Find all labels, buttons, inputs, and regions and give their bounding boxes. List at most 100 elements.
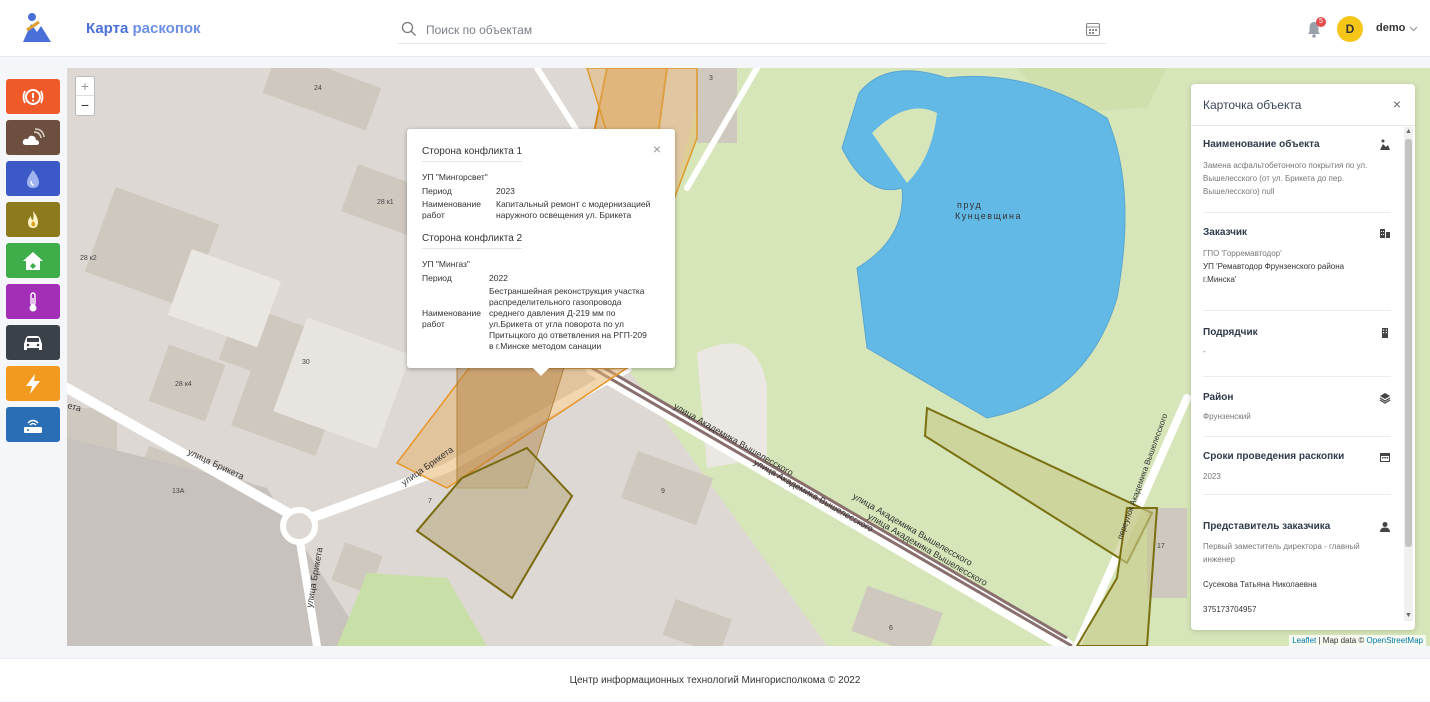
contractor-value: - bbox=[1203, 347, 1206, 356]
app-title-sub: раскопок bbox=[132, 20, 201, 37]
scroll-up-icon[interactable]: ▲ bbox=[1405, 128, 1412, 136]
zoom-in-button[interactable]: + bbox=[76, 77, 94, 96]
works-value: Бестраншейная реконструкция участка расп… bbox=[489, 286, 647, 351]
period-label: Период bbox=[422, 273, 452, 283]
map-label-pond: пруд bbox=[957, 200, 982, 210]
search-bar bbox=[398, 16, 1106, 44]
customer-section: Заказчик ГПО 'Горремавтодор' УП 'Ремавто… bbox=[1203, 213, 1391, 311]
conflict-side-1-org: УП "Мингорсвет" bbox=[422, 172, 488, 182]
conflict-side-1-table: Период 2023 Наименование работ Капитальны… bbox=[422, 185, 650, 222]
layer-button-water[interactable] bbox=[6, 161, 60, 196]
representative-label: Представитель заказчика bbox=[1203, 521, 1331, 532]
app-title-main: Карта bbox=[86, 20, 129, 37]
layer-toolbar bbox=[6, 79, 60, 448]
app-title: Карта раскопок bbox=[86, 20, 201, 37]
office-building-icon bbox=[1382, 328, 1388, 338]
map-label-building: 24 bbox=[314, 85, 322, 92]
popup-close-button[interactable]: × bbox=[653, 142, 661, 156]
layer-button-transport[interactable] bbox=[6, 325, 60, 360]
search-icon bbox=[401, 21, 416, 36]
map-label-building: 6 bbox=[889, 625, 893, 632]
representative-position: Первый заместитель директора - главный ин… bbox=[1203, 542, 1360, 564]
layer-button-gas[interactable] bbox=[6, 202, 60, 237]
object-card: Карточка объекта × Наименование объекта … bbox=[1191, 84, 1415, 630]
leaflet-link[interactable]: Leaflet bbox=[1292, 636, 1316, 645]
contractor-label: Подрядчик bbox=[1203, 327, 1258, 338]
layer-button-housing[interactable] bbox=[6, 243, 60, 278]
attribution-separator: | Map data © bbox=[1318, 636, 1365, 645]
scrollbar-thumb[interactable] bbox=[1405, 139, 1412, 547]
flame-icon bbox=[28, 210, 38, 228]
conflict-side-2-title: Сторона конфликта 2 bbox=[422, 233, 523, 249]
object-card-header: Карточка объекта × bbox=[1191, 84, 1415, 126]
object-card-close-button[interactable]: × bbox=[1393, 96, 1401, 112]
map-label-building: 28 к1 bbox=[377, 199, 394, 206]
map-label-building: 28 к4 bbox=[175, 381, 192, 388]
conflict-popup: × Сторона конфликта 1 УП "Мингорсвет" Пе… bbox=[407, 129, 675, 376]
representative-name: Сусекова Татьяна Николаевна bbox=[1203, 580, 1317, 589]
cloud-signal-icon bbox=[22, 127, 45, 145]
map-label-building: 28 к2 bbox=[80, 255, 97, 262]
filter-calendar-icon[interactable] bbox=[1085, 21, 1101, 37]
notifications-button[interactable]: 5 bbox=[1306, 17, 1326, 38]
calendar-icon bbox=[1380, 453, 1390, 462]
zoom-control: + − bbox=[75, 76, 95, 116]
contractor-section: Подрядчик - bbox=[1203, 311, 1391, 377]
works-value: Капитальный ремонт с модернизацией наружн… bbox=[496, 199, 651, 220]
layer-button-weather[interactable] bbox=[6, 120, 60, 155]
username[interactable]: demo bbox=[1376, 22, 1405, 34]
layer-button-power[interactable] bbox=[6, 366, 60, 401]
map-label-building: 7 bbox=[428, 498, 432, 505]
map-label-building: 13А bbox=[172, 488, 185, 495]
object-card-body[interactable]: Наименование объекта Замена асфальтобето… bbox=[1191, 127, 1403, 627]
representative-phone: 375173704957 bbox=[1203, 605, 1257, 614]
osm-link[interactable]: OpenStreetMap bbox=[1367, 636, 1423, 645]
map-label-building: 9 bbox=[661, 488, 665, 495]
zoom-out-button[interactable]: − bbox=[76, 96, 94, 115]
dates-label: Сроки проведения раскопки bbox=[1203, 451, 1345, 462]
map-label-building: 17 bbox=[1157, 543, 1165, 550]
object-name-value: Замена асфальтобетонного покрытия по ул.… bbox=[1203, 161, 1368, 196]
logo-icon[interactable] bbox=[19, 12, 55, 44]
object-card-title: Карточка объекта bbox=[1203, 98, 1302, 112]
map-label-building: 3 bbox=[709, 75, 713, 82]
customer-label: Заказчик bbox=[1203, 227, 1248, 238]
water-drop-icon bbox=[27, 169, 39, 188]
period-value: 2022 bbox=[489, 273, 508, 283]
layers-icon bbox=[1379, 393, 1391, 404]
object-card-scrollbar[interactable]: ▲ ▼ bbox=[1404, 127, 1413, 621]
excavator-icon bbox=[1380, 139, 1390, 150]
map-attribution: Leaflet | Map data © OpenStreetMap bbox=[1289, 635, 1426, 646]
user-icon bbox=[1380, 522, 1390, 532]
customer-value-1: ГПО 'Горремавтодор' bbox=[1203, 249, 1282, 258]
customer-value-2: УП 'Ремавтодор Фрунзенского района г.Минс… bbox=[1203, 262, 1345, 284]
conflict-side-2-table: Период 2022 Наименование работ Бестраншей… bbox=[422, 272, 647, 353]
object-name-label: Наименование объекта bbox=[1203, 139, 1320, 150]
period-label: Период bbox=[422, 186, 452, 196]
footer-text: Центр информационных технологий Мингорис… bbox=[569, 675, 861, 686]
layer-button-telecom[interactable] bbox=[6, 407, 60, 442]
app-header: Карта раскопок 5 D demo bbox=[0, 0, 1430, 57]
district-value: Фрунзенский bbox=[1203, 412, 1251, 421]
layer-button-alert[interactable] bbox=[6, 79, 60, 114]
scroll-down-icon[interactable]: ▼ bbox=[1405, 612, 1412, 620]
alert-icon bbox=[22, 88, 44, 105]
map-label-pond: Кунцевщина bbox=[955, 211, 1022, 221]
chevron-down-icon[interactable] bbox=[1409, 24, 1418, 33]
representative-section: Представитель заказчика Первый заместите… bbox=[1203, 495, 1391, 625]
period-value: 2023 bbox=[496, 186, 515, 196]
buildings-icon bbox=[1380, 229, 1390, 238]
works-label: Наименование работ bbox=[422, 308, 481, 329]
map-label-building: 30 bbox=[302, 359, 310, 366]
object-name-section: Наименование объекта Замена асфальтобето… bbox=[1203, 127, 1391, 213]
layer-button-heating[interactable] bbox=[6, 284, 60, 319]
avatar[interactable]: D bbox=[1337, 16, 1363, 42]
notification-badge: 5 bbox=[1316, 17, 1326, 27]
lightning-icon bbox=[26, 373, 40, 394]
search-input[interactable] bbox=[426, 20, 1066, 40]
router-icon bbox=[24, 419, 42, 433]
dates-section: Сроки проведения раскопки 2023 bbox=[1203, 437, 1391, 495]
district-section: Район Фрунзенский bbox=[1203, 377, 1391, 437]
district-label: Район bbox=[1203, 392, 1234, 403]
dates-value: 2023 bbox=[1203, 472, 1221, 481]
